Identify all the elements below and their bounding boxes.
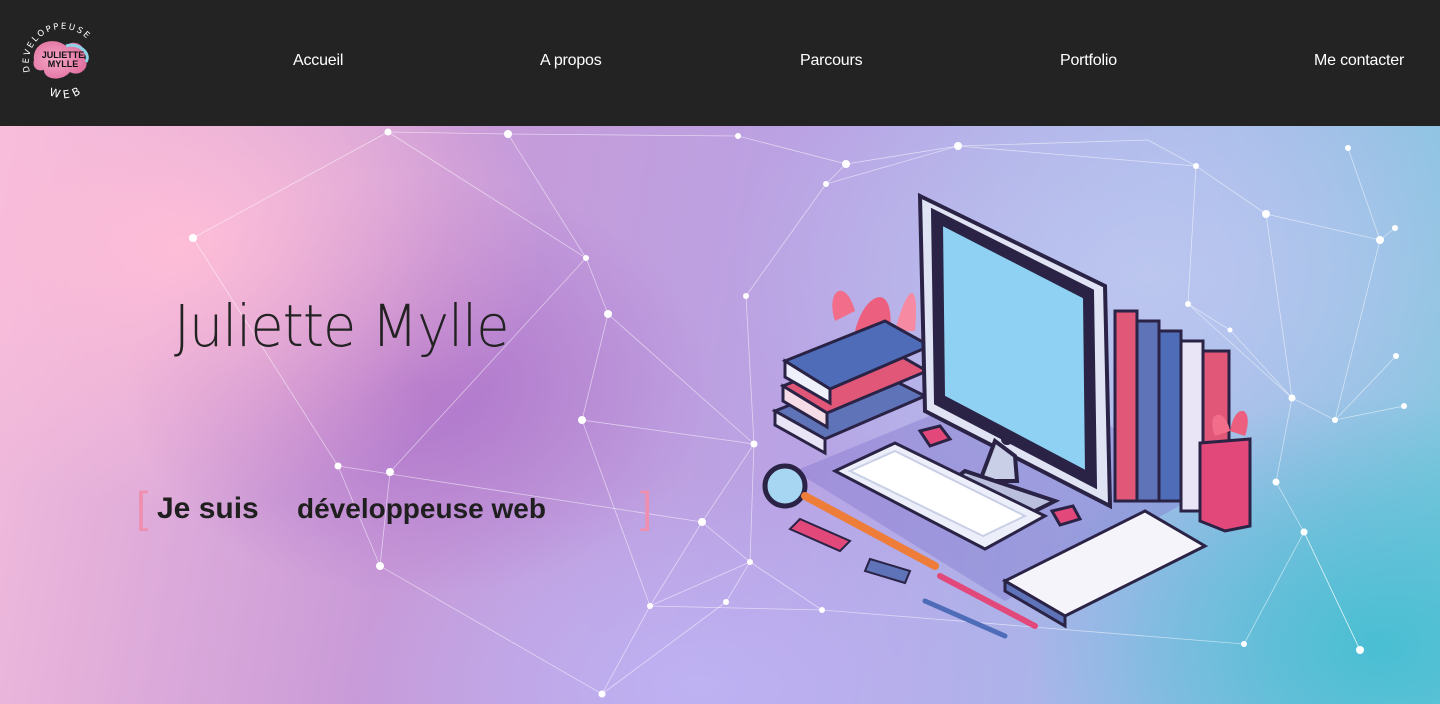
nav-link-me-contacter[interactable]: Me contacter (1314, 51, 1404, 71)
nav-link-a-propos[interactable]: A propos (540, 51, 602, 71)
site-logo[interactable]: DEVELOPPEUSE WEB JULIETTE MYLLE (14, 12, 110, 108)
tagline-prefix: Je suis (157, 492, 259, 525)
hero-section: Juliette Mylle [ Je suis développeuse we… (0, 126, 1440, 704)
hero-tagline: [ Je suis développeuse web ] (136, 484, 666, 534)
nav-link-parcours[interactable]: Parcours (800, 51, 863, 71)
workspace-illustration (762, 192, 1252, 639)
nav-link-portfolio[interactable]: Portfolio (1060, 51, 1117, 71)
hero-name-heading: Juliette Mylle (174, 292, 509, 360)
site-header: DEVELOPPEUSE WEB JULIETTE MYLLE Accueil … (0, 0, 1440, 126)
nav-link-accueil[interactable]: Accueil (293, 51, 343, 71)
tagline-bracket-close: ] (640, 483, 653, 532)
tagline-rotating-text: développeuse web (297, 493, 546, 524)
logo-center-line2: MYLLE (48, 59, 79, 69)
tagline-bracket-open: [ (136, 483, 149, 532)
